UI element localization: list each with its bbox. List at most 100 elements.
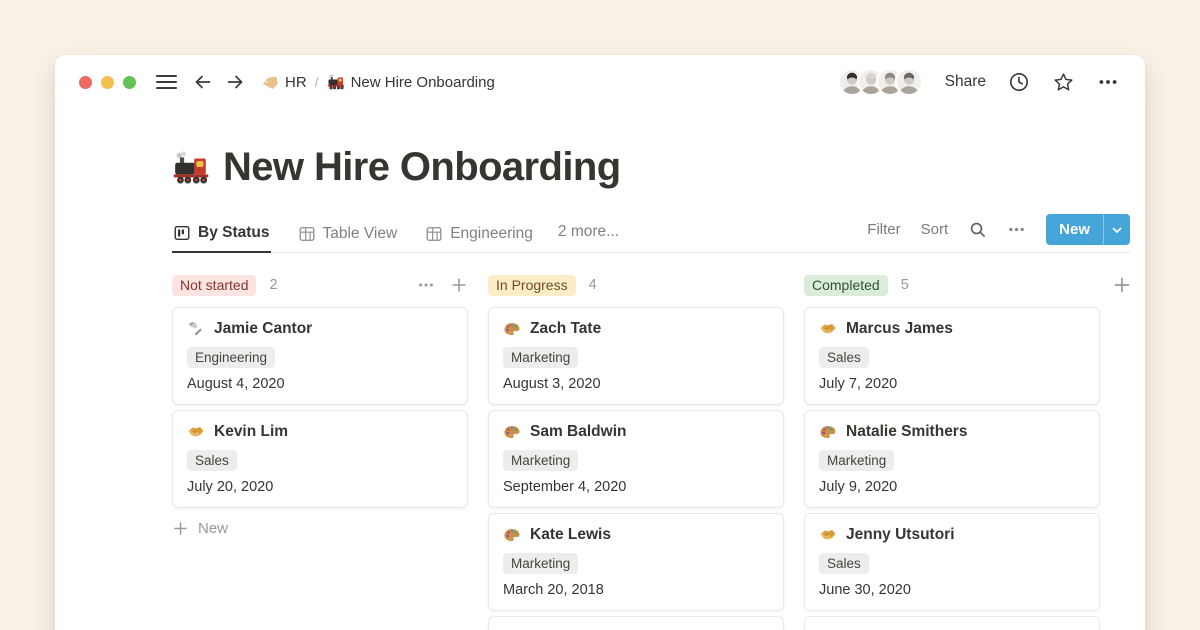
forward-arrow-icon[interactable]: [225, 72, 245, 92]
column-count: 2: [269, 277, 277, 293]
add-card-new-button[interactable]: New: [172, 520, 468, 537]
kanban-board: Not started 2 Jamie Cantor: [172, 273, 1130, 630]
handshake-emoji: [819, 526, 837, 544]
tab-table-view[interactable]: Table View: [297, 218, 399, 252]
department-tag: Marketing: [503, 553, 578, 574]
tab-label: Table View: [323, 225, 398, 243]
handshake-emoji: [819, 320, 837, 338]
breadcrumb-page-label: New Hire Onboarding: [351, 74, 495, 91]
table-view-icon: [425, 225, 443, 243]
add-group-plus-icon[interactable]: [1112, 275, 1132, 295]
column-in-progress: In Progress 4 Zach Tate Marketing August…: [488, 273, 784, 630]
card-name: Kate Lewis: [530, 525, 611, 545]
tag-emoji: [261, 73, 279, 91]
breadcrumb-separator: /: [315, 74, 319, 90]
column-add-card-icon[interactable]: [450, 276, 468, 294]
new-dropdown-chevron-icon[interactable]: [1103, 214, 1130, 245]
card-kate-lewis[interactable]: Kate Lewis Marketing March 20, 2018: [488, 513, 784, 611]
breadcrumb-workspace-label: HR: [285, 74, 307, 91]
tab-engineering[interactable]: Engineering: [424, 218, 534, 252]
back-arrow-icon[interactable]: [193, 72, 213, 92]
page-icon-locomotive[interactable]: [172, 149, 210, 187]
card-name: Kevin Lim: [214, 422, 288, 442]
window-controls: [79, 76, 136, 89]
start-date: July 7, 2020: [819, 376, 1085, 392]
department-tag: Marketing: [503, 450, 578, 471]
column-options-icon[interactable]: [417, 276, 435, 294]
card-name: Marcus James: [846, 319, 953, 339]
tab-by-status[interactable]: By Status: [172, 218, 271, 253]
start-date: August 3, 2020: [503, 376, 769, 392]
card-zach-tate[interactable]: Zach Tate Marketing August 3, 2020: [488, 307, 784, 405]
palette-emoji: [819, 423, 837, 441]
column-count: 5: [901, 277, 909, 293]
status-badge[interactable]: In Progress: [488, 275, 576, 296]
add-card-label: New: [198, 520, 228, 537]
more-views-link[interactable]: 2 more...: [558, 223, 619, 252]
tab-label: Engineering: [450, 225, 533, 243]
collaborator-avatars[interactable]: [838, 68, 923, 96]
search-icon[interactable]: [968, 220, 987, 239]
favorite-star-icon[interactable]: [1052, 71, 1075, 94]
palette-emoji: [503, 423, 521, 441]
locomotive-emoji: [327, 73, 345, 91]
card-name: Sam Baldwin: [530, 422, 626, 442]
minimize-window-button[interactable]: [101, 76, 114, 89]
close-window-button[interactable]: [79, 76, 92, 89]
plus-icon: [172, 520, 189, 537]
card-kevin-lim[interactable]: Kevin Lim Sales July 20, 2020: [172, 410, 468, 508]
card-shawn-hart-partial[interactable]: Shawn Hart: [488, 616, 784, 630]
column-completed: Completed 5 Marcus James Sales July 7, 2…: [804, 273, 1100, 630]
more-options-icon[interactable]: [1097, 71, 1119, 93]
card-sam-baldwin[interactable]: Sam Baldwin Marketing September 4, 2020: [488, 410, 784, 508]
page-title: New Hire Onboarding: [223, 145, 621, 190]
start-date: July 9, 2020: [819, 479, 1085, 495]
share-button[interactable]: Share: [945, 73, 986, 91]
new-button[interactable]: New: [1046, 214, 1130, 245]
start-date: July 20, 2020: [187, 479, 453, 495]
card-marcus-james[interactable]: Marcus James Sales July 7, 2020: [804, 307, 1100, 405]
zoom-window-button[interactable]: [123, 76, 136, 89]
department-tag: Engineering: [187, 347, 275, 368]
card-name: Zach Tate: [530, 319, 601, 339]
column-not-started: Not started 2 Jamie Cantor: [172, 273, 468, 630]
status-badge[interactable]: Completed: [804, 275, 888, 296]
sidebar-menu-icon[interactable]: [156, 75, 177, 89]
view-options-icon[interactable]: [1007, 220, 1026, 239]
start-date: March 20, 2018: [503, 582, 769, 598]
card-name: Jenny Utsutori: [846, 525, 955, 545]
card-natalie-smithers[interactable]: Natalie Smithers Marketing July 9, 2020: [804, 410, 1100, 508]
card-jenny-utsutori[interactable]: Jenny Utsutori Sales June 30, 2020: [804, 513, 1100, 611]
department-tag: Sales: [819, 347, 869, 368]
card-matt-mills-partial[interactable]: Matt Mills: [804, 616, 1100, 630]
filter-button[interactable]: Filter: [867, 221, 900, 238]
table-view-icon: [298, 225, 316, 243]
department-tag: Marketing: [503, 347, 578, 368]
start-date: September 4, 2020: [503, 479, 769, 495]
new-button-label[interactable]: New: [1046, 214, 1103, 245]
card-name: Natalie Smithers: [846, 422, 967, 442]
breadcrumb-workspace[interactable]: HR: [261, 73, 307, 91]
view-tabs-bar: By Status Table View Engineering 2 more.…: [172, 214, 1130, 253]
window-topbar: HR / New Hire Onboarding Share: [55, 55, 1145, 109]
start-date: August 4, 2020: [187, 376, 453, 392]
card-jamie-cantor[interactable]: Jamie Cantor Engineering August 4, 2020: [172, 307, 468, 405]
breadcrumb: HR / New Hire Onboarding: [261, 73, 495, 91]
palette-emoji: [503, 526, 521, 544]
sort-button[interactable]: Sort: [921, 221, 949, 238]
card-name: Jamie Cantor: [214, 319, 312, 339]
department-tag: Sales: [187, 450, 237, 471]
start-date: June 30, 2020: [819, 582, 1085, 598]
breadcrumb-page[interactable]: New Hire Onboarding: [327, 73, 495, 91]
avatar: [895, 68, 923, 96]
department-tag: Sales: [819, 553, 869, 574]
board-view-icon: [173, 224, 191, 242]
tab-label: By Status: [198, 224, 270, 242]
app-window: HR / New Hire Onboarding Share: [55, 55, 1145, 630]
department-tag: Marketing: [819, 450, 894, 471]
updates-clock-icon[interactable]: [1008, 71, 1030, 93]
hammer-emoji: [187, 320, 205, 338]
status-badge[interactable]: Not started: [172, 275, 256, 296]
palette-emoji: [503, 320, 521, 338]
handshake-emoji: [187, 423, 205, 441]
